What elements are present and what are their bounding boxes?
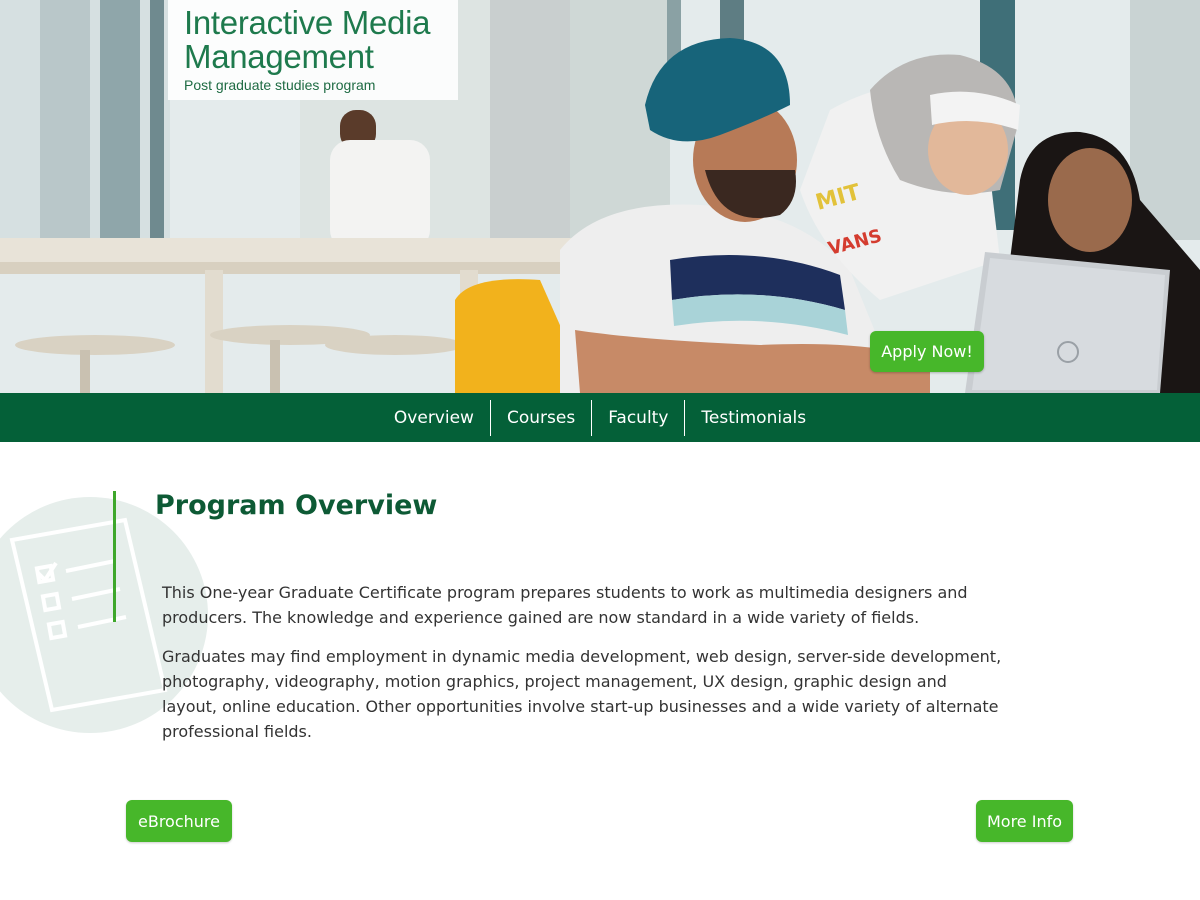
overview-paragraph: This One-year Graduate Certificate progr… — [162, 583, 968, 627]
program-title-card: Interactive Media Management Post gradua… — [168, 0, 458, 100]
nav-item-faculty[interactable]: Faculty — [592, 400, 684, 436]
section-accent-bar — [113, 491, 116, 622]
hero-banner: MIT VANS Interactive Media Management Po… — [0, 0, 1200, 393]
nav-item-testimonials[interactable]: Testimonials — [685, 400, 822, 436]
apply-now-button[interactable]: Apply Now! — [870, 331, 984, 372]
nav-item-courses[interactable]: Courses — [491, 400, 591, 436]
program-subtitle: Post graduate studies program — [184, 77, 376, 93]
ebrochure-button[interactable]: eBrochure — [126, 800, 232, 842]
main-nav: Overview Courses Faculty Testimonials — [0, 393, 1200, 442]
more-info-button[interactable]: More Info — [976, 800, 1073, 842]
program-title-line1: Interactive Media — [184, 4, 431, 41]
program-title-line2: Management — [184, 38, 374, 75]
nav-item-overview[interactable]: Overview — [378, 400, 490, 436]
page-title: Program Overview — [155, 490, 438, 521]
overview-paragraph: Graduates may find employment in dynamic… — [162, 647, 1002, 741]
